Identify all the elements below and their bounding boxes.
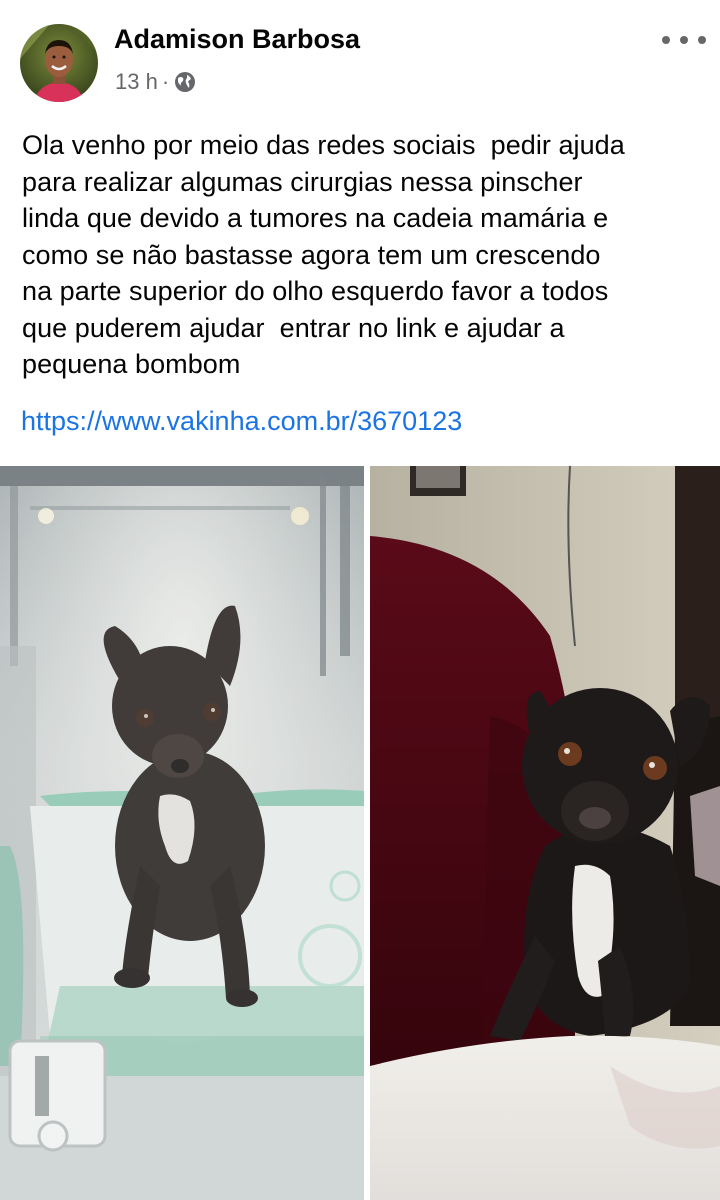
meta-separator: · <box>161 69 170 94</box>
more-dot <box>698 36 706 44</box>
more-dot <box>680 36 688 44</box>
author-avatar[interactable] <box>20 24 98 102</box>
photo-dog-on-sofa[interactable] <box>370 466 720 1200</box>
facebook-post: Adamison Barbosa 13 h · Ola venho por me… <box>0 0 720 1200</box>
more-options-icon[interactable] <box>662 28 706 52</box>
post-header: Adamison Barbosa 13 h · <box>0 0 720 118</box>
author-name[interactable]: Adamison Barbosa <box>114 24 360 55</box>
more-dot <box>662 36 670 44</box>
post-link[interactable]: https://www.vakinha.com.br/3670123 <box>21 403 462 439</box>
post-meta: 13 h · <box>115 68 196 96</box>
post-timestamp[interactable]: 13 h <box>115 69 158 95</box>
globe-icon[interactable] <box>174 71 196 93</box>
post-text: Ola venho por meio das redes sociais ped… <box>22 130 625 379</box>
photo-dog-in-clinic[interactable] <box>0 466 364 1200</box>
